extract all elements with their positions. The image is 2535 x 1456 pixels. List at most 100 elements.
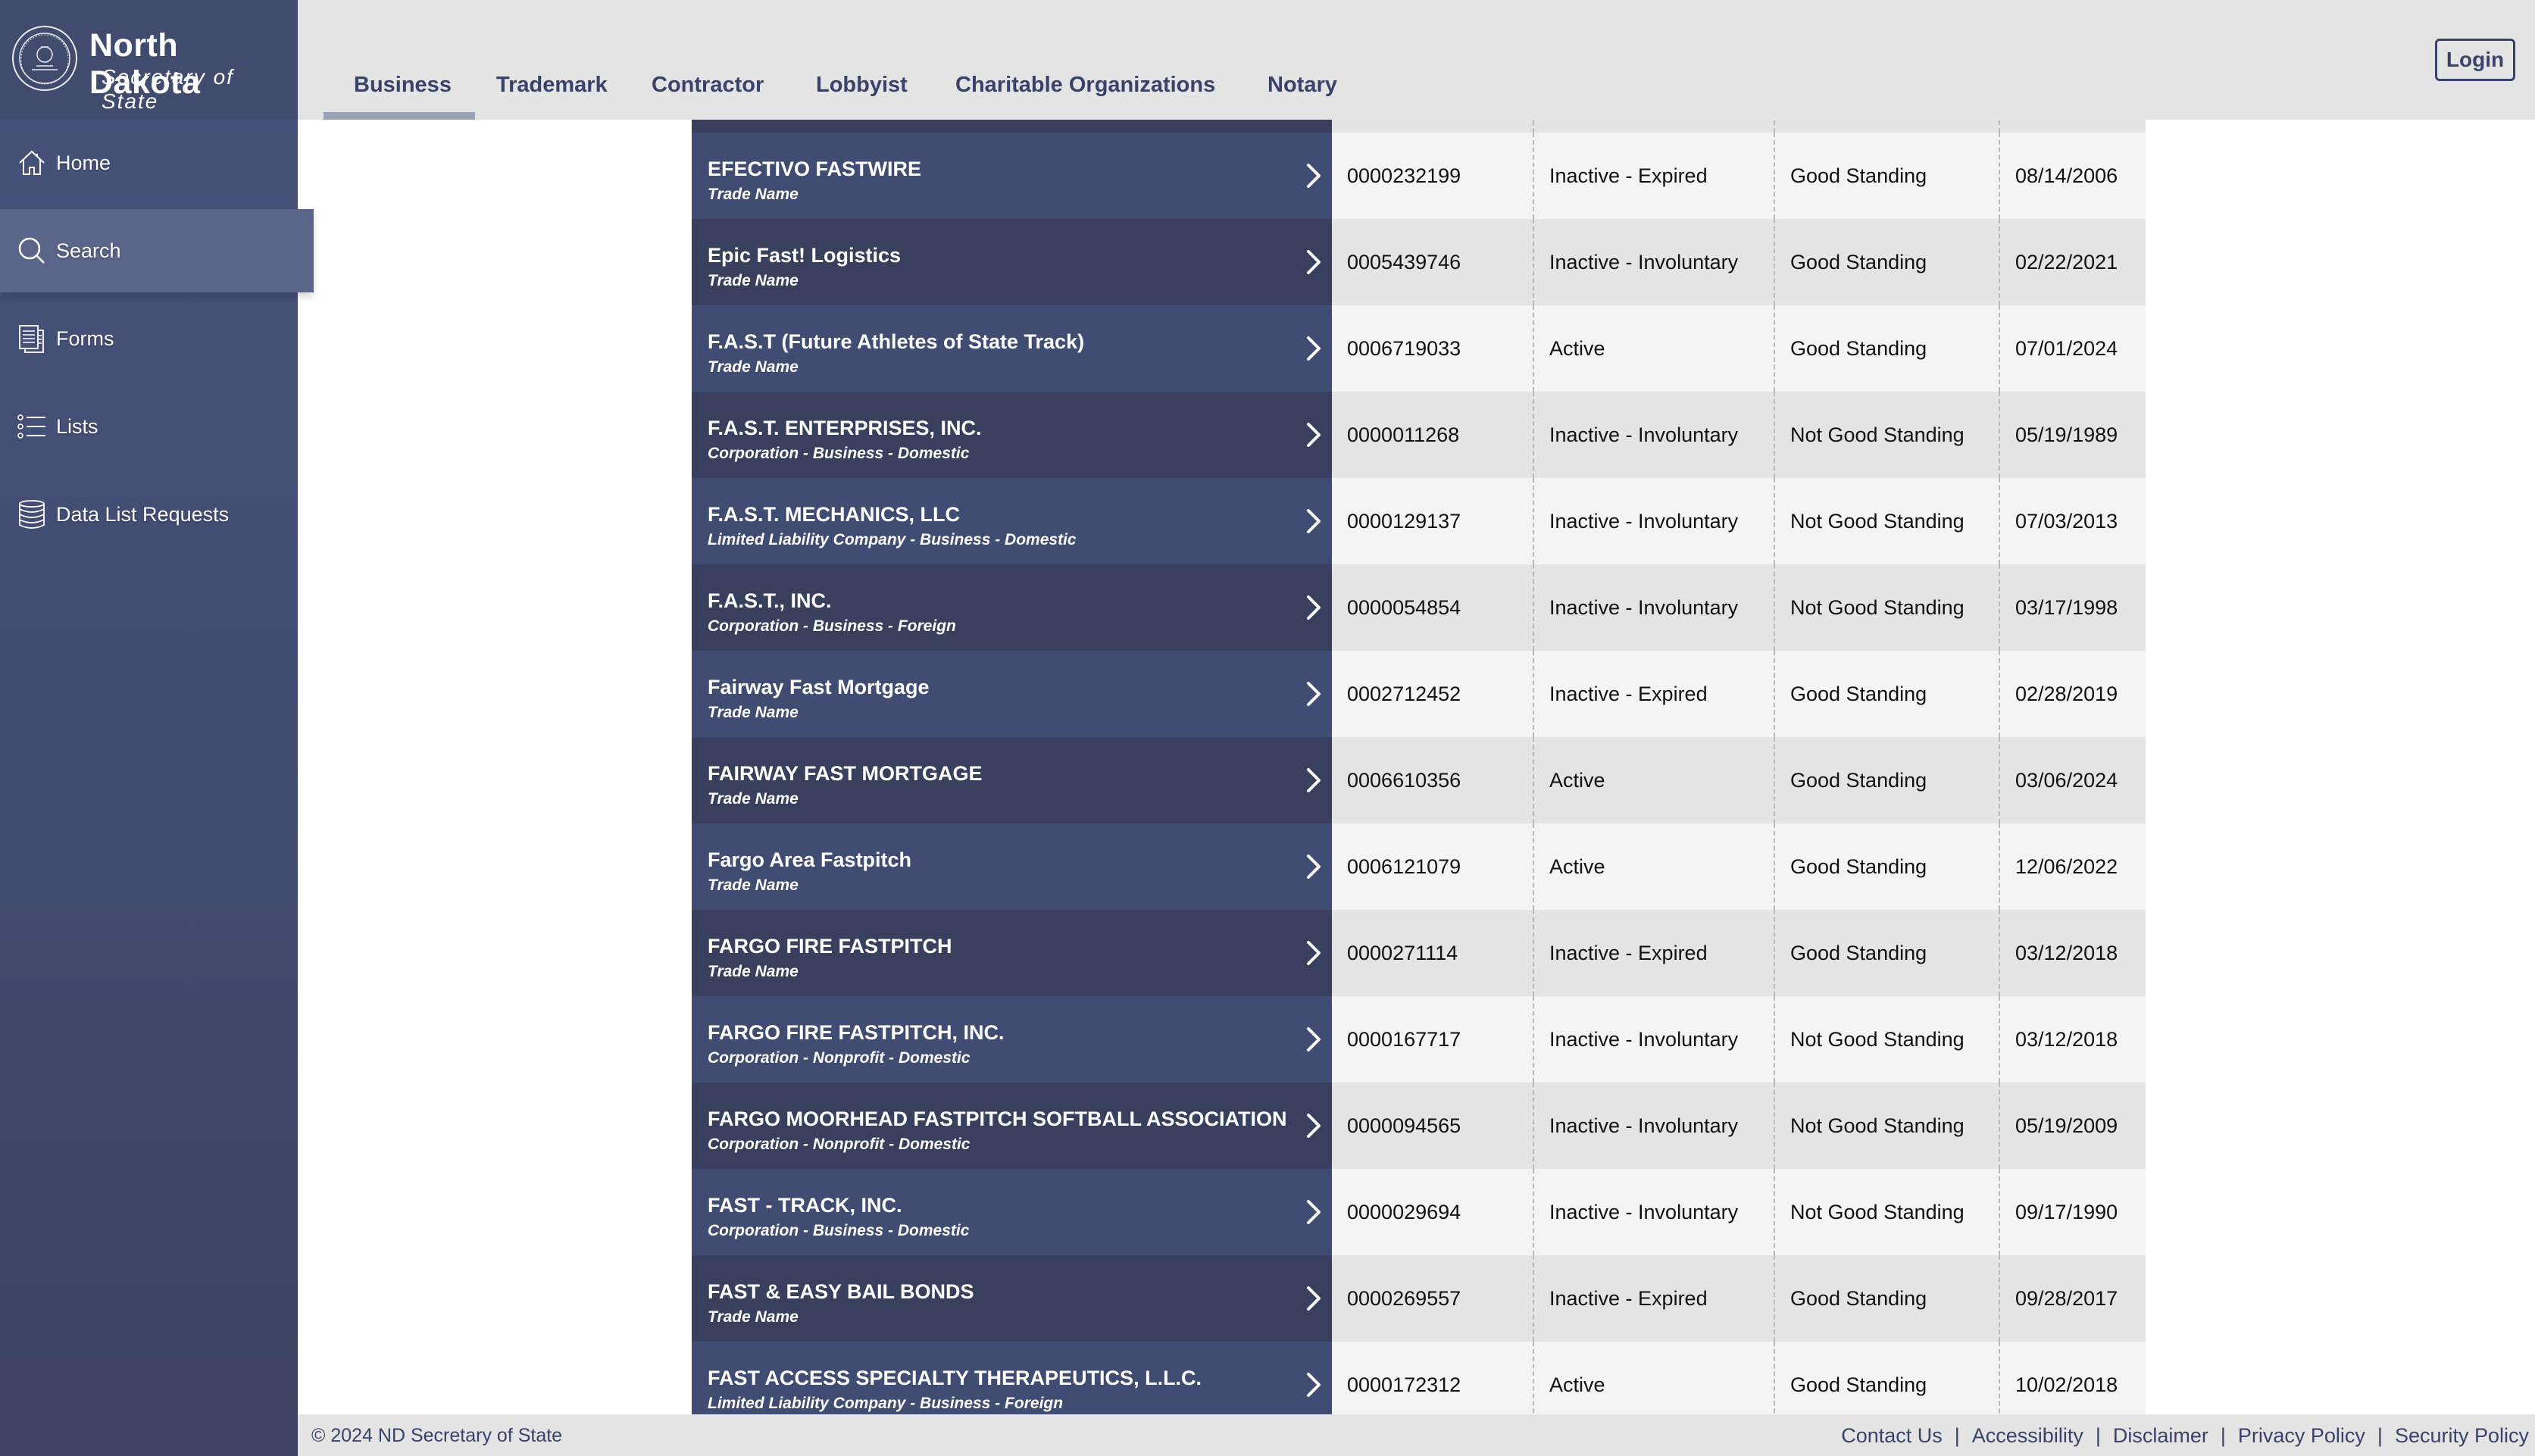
sidebar-item-search[interactable]: Search bbox=[0, 209, 314, 292]
entity-name-cell[interactable]: Epic Fast! Logistics Trade Name bbox=[692, 219, 1332, 305]
cell-status: Inactive - Involuntary bbox=[1534, 392, 1775, 478]
cell-standing: Good Standing bbox=[1775, 910, 2000, 996]
entity-type: Corporation - Business - Domestic bbox=[708, 445, 970, 462]
cell-status: Inactive - Involuntary bbox=[1534, 219, 1775, 305]
entity-name-cell[interactable] bbox=[692, 120, 1332, 133]
cell-status: Inactive - Involuntary bbox=[1534, 996, 1775, 1083]
footer-separator: | bbox=[2095, 1424, 2101, 1447]
chevron-right-icon[interactable] bbox=[1305, 852, 1323, 881]
entity-name[interactable]: EFECTIVO FASTWIRE bbox=[708, 158, 921, 181]
brand-subtitle: Secretary of State bbox=[102, 65, 234, 113]
sidebar-item-lists[interactable]: Lists bbox=[0, 385, 298, 468]
cell-standing: Good Standing bbox=[1775, 651, 2000, 737]
cell-id: 0002712452 bbox=[1332, 651, 1534, 737]
chevron-right-icon[interactable] bbox=[1305, 248, 1323, 277]
cell-standing: Not Good Standing bbox=[1775, 392, 2000, 478]
chevron-right-icon[interactable] bbox=[1305, 1025, 1323, 1054]
chevron-right-icon[interactable] bbox=[1305, 1370, 1323, 1399]
entity-name-cell[interactable]: EFECTIVO FASTWIRE Trade Name bbox=[692, 133, 1332, 219]
entity-name-cell[interactable]: FARGO FIRE FASTPITCH, INC. Corporation -… bbox=[692, 996, 1332, 1083]
footer-link-security-policy[interactable]: Security Policy bbox=[2395, 1424, 2529, 1448]
chevron-right-icon[interactable] bbox=[1305, 680, 1323, 708]
chevron-right-icon[interactable] bbox=[1305, 1198, 1323, 1226]
cell-standing: Not Good Standing bbox=[1775, 564, 2000, 651]
entity-type: Corporation - Nonprofit - Domestic bbox=[708, 1136, 971, 1153]
entity-name[interactable]: FAST ACCESS SPECIALTY THERAPEUTICS, L.L.… bbox=[708, 1367, 1202, 1390]
entity-name-cell[interactable]: FARGO MOORHEAD FASTPITCH SOFTBALL ASSOCI… bbox=[692, 1083, 1332, 1169]
chevron-right-icon[interactable] bbox=[1305, 939, 1323, 967]
tab-business[interactable]: Business bbox=[354, 73, 452, 98]
entity-name[interactable]: FARGO MOORHEAD FASTPITCH SOFTBALL ASSOCI… bbox=[708, 1108, 1287, 1131]
table-row: Fargo Area Fastpitch Trade Name 00061210… bbox=[692, 823, 2146, 910]
footer-link-contact-us[interactable]: Contact Us bbox=[1841, 1424, 1943, 1448]
sidebar: North Dakota Secretary of State Home Sea… bbox=[0, 0, 314, 1456]
entity-name-cell[interactable]: F.A.S.T. ENTERPRISES, INC. Corporation -… bbox=[692, 392, 1332, 478]
entity-name-cell[interactable]: FARGO FIRE FASTPITCH Trade Name bbox=[692, 910, 1332, 996]
tab-notary[interactable]: Notary bbox=[1268, 73, 1337, 98]
cell-id: 0000129137 bbox=[1332, 478, 1534, 564]
entity-name-cell[interactable]: FAST ACCESS SPECIALTY THERAPEUTICS, L.L.… bbox=[692, 1342, 1332, 1414]
cell-standing: Good Standing bbox=[1775, 219, 2000, 305]
entity-name-cell[interactable]: F.A.S.T. MECHANICS, LLC Limited Liabilit… bbox=[692, 478, 1332, 564]
entity-name-cell[interactable]: FAST & EASY BAIL BONDS Trade Name bbox=[692, 1255, 1332, 1342]
sidebar-item-home[interactable]: Home bbox=[0, 121, 298, 205]
entity-name-cell[interactable]: FAST - TRACK, INC. Corporation - Busines… bbox=[692, 1169, 1332, 1255]
footer-link-privacy-policy[interactable]: Privacy Policy bbox=[2238, 1424, 2365, 1448]
cell-status: Inactive - Expired bbox=[1534, 910, 1775, 996]
cell-status: Active bbox=[1534, 1342, 1775, 1414]
entity-name[interactable]: FAST & EASY BAIL BONDS bbox=[708, 1280, 974, 1304]
entity-type: Trade Name bbox=[708, 186, 799, 203]
entity-name[interactable]: F.A.S.T., INC. bbox=[708, 589, 832, 613]
copyright-text: © 2024 ND Secretary of State bbox=[311, 1425, 563, 1446]
footer-separator: | bbox=[2220, 1424, 2226, 1447]
entity-name[interactable]: F.A.S.T (Future Athletes of State Track) bbox=[708, 330, 1084, 354]
entity-name-cell[interactable]: F.A.S.T., INC. Corporation - Business - … bbox=[692, 564, 1332, 651]
forms-icon bbox=[19, 325, 44, 353]
table-row: F.A.S.T., INC. Corporation - Business - … bbox=[692, 564, 2146, 651]
entity-name[interactable]: F.A.S.T. ENTERPRISES, INC. bbox=[708, 417, 982, 440]
brand-logo[interactable]: North Dakota Secretary of State bbox=[0, 0, 298, 120]
entity-name[interactable]: Fairway Fast Mortgage bbox=[708, 676, 930, 699]
entity-name[interactable]: F.A.S.T. MECHANICS, LLC bbox=[708, 503, 960, 526]
chevron-right-icon[interactable] bbox=[1305, 420, 1323, 449]
login-button[interactable]: Login bbox=[2435, 39, 2515, 81]
sidebar-item-forms[interactable]: Forms bbox=[0, 297, 298, 380]
tab-trademark[interactable]: Trademark bbox=[496, 73, 608, 98]
cell-date: 05/19/2009 bbox=[2000, 1083, 2146, 1169]
entity-name[interactable]: Fargo Area Fastpitch bbox=[708, 848, 911, 872]
entity-name[interactable]: FAST - TRACK, INC. bbox=[708, 1194, 902, 1217]
chevron-right-icon[interactable] bbox=[1305, 766, 1323, 795]
footer-link-accessibility[interactable]: Accessibility bbox=[1972, 1424, 2083, 1448]
entity-name-cell[interactable]: Fargo Area Fastpitch Trade Name bbox=[692, 823, 1332, 910]
entity-name[interactable]: FARGO FIRE FASTPITCH bbox=[708, 935, 952, 958]
chevron-right-icon[interactable] bbox=[1305, 593, 1323, 622]
cell-date: 09/28/2017 bbox=[2000, 1255, 2146, 1342]
entity-name[interactable]: FAIRWAY FAST MORTGAGE bbox=[708, 762, 983, 786]
cell-date: 02/22/2021 bbox=[2000, 219, 2146, 305]
cell-date: 03/12/2018 bbox=[2000, 996, 2146, 1083]
cell-date: 02/28/2019 bbox=[2000, 651, 2146, 737]
tab-contractor[interactable]: Contractor bbox=[652, 73, 764, 98]
chevron-right-icon[interactable] bbox=[1305, 507, 1323, 536]
tab-charitable-organizations[interactable]: Charitable Organizations bbox=[955, 73, 1215, 98]
chevron-right-icon[interactable] bbox=[1305, 334, 1323, 363]
sidebar-item-data-list-requests[interactable]: Data List Requests bbox=[0, 473, 298, 556]
tab-lobbyist[interactable]: Lobbyist bbox=[816, 73, 908, 98]
entity-name[interactable]: FARGO FIRE FASTPITCH, INC. bbox=[708, 1021, 1005, 1045]
table-row: Epic Fast! Logistics Trade Name 00054397… bbox=[692, 219, 2146, 305]
entity-name[interactable]: Epic Fast! Logistics bbox=[708, 244, 901, 267]
chevron-right-icon[interactable] bbox=[1305, 1284, 1323, 1313]
entity-name-cell[interactable]: FAIRWAY FAST MORTGAGE Trade Name bbox=[692, 737, 1332, 823]
cell-id: 0000029694 bbox=[1332, 1169, 1534, 1255]
chevron-right-icon[interactable] bbox=[1305, 161, 1323, 190]
footer-link-disclaimer[interactable]: Disclaimer bbox=[2113, 1424, 2208, 1448]
cell-date: 05/19/1989 bbox=[2000, 392, 2146, 478]
chevron-right-icon[interactable] bbox=[1305, 1111, 1323, 1140]
cell-standing: Not Good Standing bbox=[1775, 1169, 2000, 1255]
entity-type: Trade Name bbox=[708, 790, 799, 808]
cell-id: 0006719033 bbox=[1332, 305, 1534, 392]
entity-name-cell[interactable]: Fairway Fast Mortgage Trade Name bbox=[692, 651, 1332, 737]
entity-name-cell[interactable]: F.A.S.T (Future Athletes of State Track)… bbox=[692, 305, 1332, 392]
table-row: F.A.S.T. ENTERPRISES, INC. Corporation -… bbox=[692, 392, 2146, 478]
cell-standing: Good Standing bbox=[1775, 305, 2000, 392]
